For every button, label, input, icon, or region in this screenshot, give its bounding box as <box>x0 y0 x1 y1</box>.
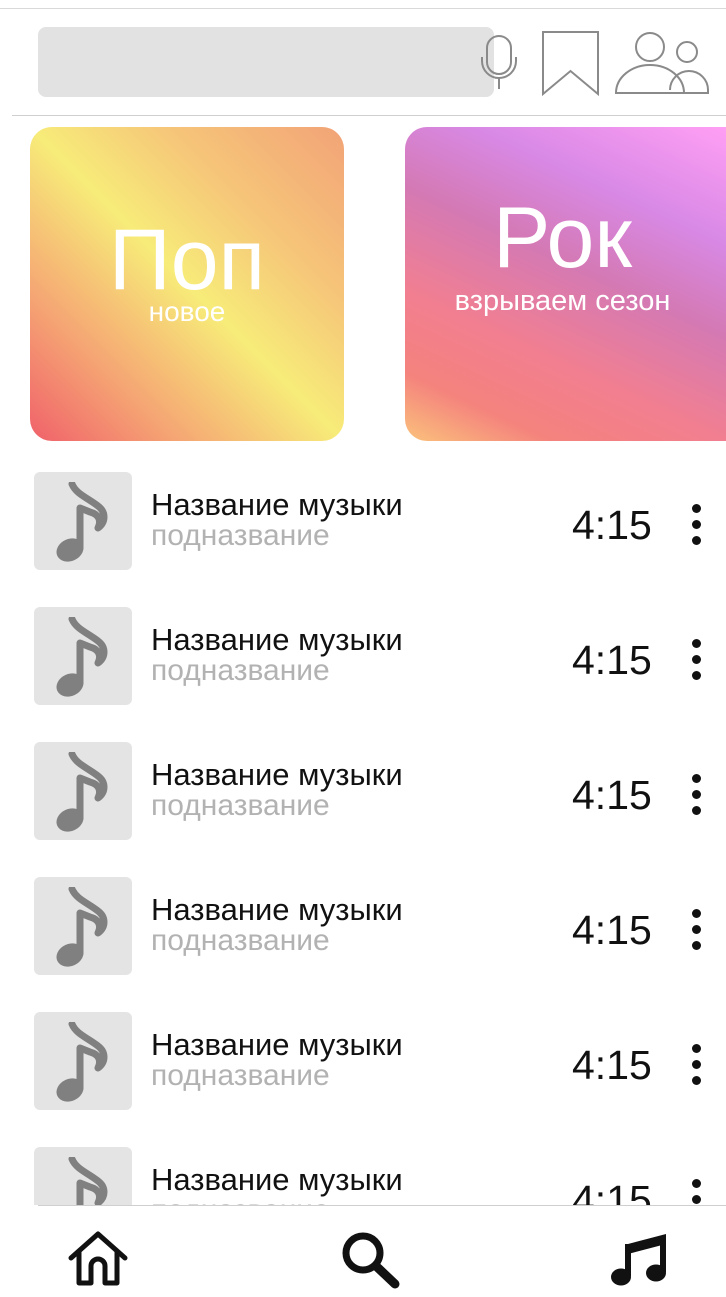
more-vertical-icon[interactable] <box>689 639 703 681</box>
category-card-pop[interactable]: Поп новое <box>30 127 344 441</box>
track-row[interactable]: Название музыки подназвание 4:15 <box>0 742 726 842</box>
more-vertical-icon[interactable] <box>689 909 703 951</box>
category-card-rock[interactable]: Рок взрываем сезон <box>405 127 726 441</box>
top-divider <box>0 8 726 9</box>
track-row[interactable]: Название музыки подназвание 4:15 <box>0 1147 726 1205</box>
category-title: Рок <box>492 190 633 286</box>
music-note-icon <box>56 752 108 832</box>
more-vertical-icon[interactable] <box>689 774 703 816</box>
track-subtitle: подназвание <box>151 1194 330 1205</box>
track-title: Название музыки <box>151 892 403 927</box>
bookmark-icon[interactable] <box>540 29 602 97</box>
track-cover <box>34 1012 132 1110</box>
track-subtitle: подназвание <box>151 519 330 552</box>
track-list[interactable]: Название музыки подназвание 4:15 Названи… <box>0 472 726 1205</box>
search-input[interactable] <box>38 27 517 97</box>
search-icon[interactable] <box>340 1230 402 1290</box>
track-duration: 4:15 <box>572 1042 652 1088</box>
more-vertical-icon[interactable] <box>689 1044 703 1086</box>
music-note-icon <box>56 617 108 697</box>
category-subtitle: новое <box>148 296 226 327</box>
track-duration: 4:15 <box>572 772 652 818</box>
track-cover <box>34 1147 132 1205</box>
music-note-icon <box>56 887 108 967</box>
bottom-nav <box>0 1206 726 1297</box>
track-duration: 4:15 <box>572 1177 652 1205</box>
track-title: Название музыки <box>151 1162 403 1197</box>
track-subtitle: подназвание <box>151 789 330 822</box>
track-title: Название музыки <box>151 487 403 522</box>
track-row[interactable]: Название музыки подназвание 4:15 <box>0 472 726 572</box>
track-row[interactable]: Название музыки подназвание 4:15 <box>0 607 726 707</box>
track-duration: 4:15 <box>572 907 652 953</box>
more-vertical-icon[interactable] <box>689 1179 703 1205</box>
microphone-icon[interactable] <box>478 33 524 91</box>
category-subtitle: взрываем сезон <box>454 285 671 317</box>
track-subtitle: подназвание <box>151 654 330 687</box>
track-cover <box>34 607 132 705</box>
music-note-icon <box>68 1157 108 1205</box>
music-note-icon <box>56 482 108 562</box>
track-subtitle: подназвание <box>151 1059 330 1092</box>
track-subtitle: подназвание <box>151 924 330 957</box>
track-cover <box>34 742 132 840</box>
track-row[interactable]: Название музыки подназвание 4:15 <box>0 1012 726 1112</box>
track-cover <box>34 472 132 570</box>
track-cover <box>34 877 132 975</box>
music-note-icon <box>56 1022 108 1102</box>
more-vertical-icon[interactable] <box>689 504 703 546</box>
music-note-icon[interactable] <box>610 1230 670 1288</box>
track-title: Название музыки <box>151 1027 403 1062</box>
track-title: Название музыки <box>151 622 403 657</box>
friends-icon[interactable] <box>612 30 712 96</box>
track-duration: 4:15 <box>572 637 652 683</box>
track-duration: 4:15 <box>572 502 652 548</box>
track-title: Название музыки <box>151 757 403 792</box>
category-title: Поп <box>108 212 266 308</box>
home-icon[interactable] <box>66 1230 130 1286</box>
track-row[interactable]: Название музыки подназвание 4:15 <box>0 877 726 977</box>
header-divider <box>12 115 726 116</box>
